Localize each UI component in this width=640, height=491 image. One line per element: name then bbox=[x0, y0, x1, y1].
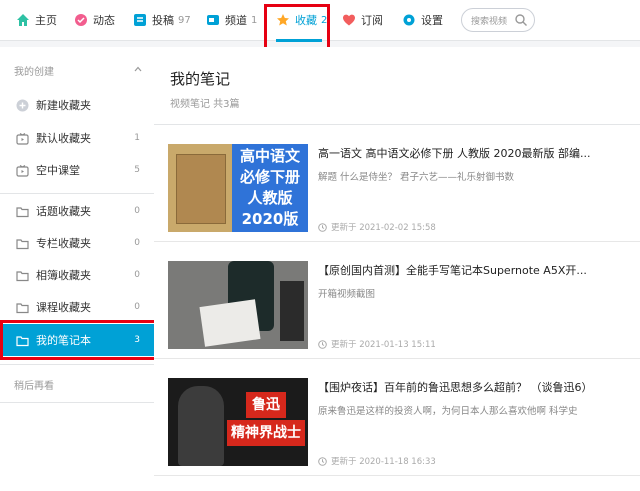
sidebar-section-title: 我的创建 bbox=[14, 67, 54, 78]
nav-posts-label: 投稿 bbox=[152, 14, 174, 27]
note-title[interactable]: 高一语文 高中语文必修下册 人教版 2020最新版 部编... bbox=[318, 145, 610, 161]
thumbnail-text-line: 2020版 bbox=[241, 210, 299, 228]
search-input[interactable]: 搜索视频 bbox=[471, 14, 507, 27]
sidebar-item-label: 新建收藏夹 bbox=[36, 99, 91, 112]
note-updated: 更新于 2021-01-13 15:11 bbox=[318, 338, 436, 350]
nav-dynamic[interactable]: 动态 bbox=[74, 0, 115, 40]
sidebar-item-label: 话题收藏夹 bbox=[36, 205, 91, 218]
clock-icon bbox=[318, 456, 327, 466]
folder-icon bbox=[16, 206, 29, 217]
search-box[interactable]: 搜索视频 bbox=[461, 8, 535, 32]
thumbnail-text-line: 高中语文 bbox=[239, 147, 300, 165]
sidebar-item-album-folder[interactable]: 相簿收藏夹 0 bbox=[0, 259, 154, 291]
sidebar-item-course-folder[interactable]: 课程收藏夹 0 bbox=[0, 291, 154, 323]
thumbnail-caption: 鲁迅 精神界战士 bbox=[224, 392, 308, 446]
sidebar: 我的创建 新建收藏夹 默认收藏夹 1 空中课堂 5 话题收藏夹 0 专栏收藏夹 … bbox=[0, 47, 155, 491]
chevron-up-icon[interactable] bbox=[134, 65, 142, 73]
note-description: 解题 什么是侍坐？ 君子六艺——礼乐射御书数 bbox=[318, 172, 515, 183]
nav-channel[interactable]: 频道 1 bbox=[206, 0, 257, 40]
nav-settings-label: 设置 bbox=[421, 14, 443, 27]
nav-dynamic-label: 动态 bbox=[93, 14, 115, 27]
sidebar-item-label: 相簿收藏夹 bbox=[36, 269, 91, 282]
note-card[interactable]: 【原创国内首测】全能手写笔记本Supernote A5X开... 开箱视频截图 … bbox=[154, 242, 640, 359]
thumbnail-text-line: 鲁迅 bbox=[246, 392, 286, 418]
note-updated-time: 更新于 2020-11-18 16:33 bbox=[331, 457, 436, 467]
dynamic-icon bbox=[75, 14, 87, 26]
plus-circle-icon bbox=[16, 99, 29, 111]
sidebar-item-label: 课程收藏夹 bbox=[36, 301, 91, 314]
channel-icon bbox=[207, 15, 219, 25]
note-description: 原来鲁迅是这样的投资人啊，为何日本人那么喜欢他啊 科学史 bbox=[318, 406, 578, 417]
book-cover-art bbox=[176, 154, 226, 224]
note-updated-time: 更新于 2021-01-13 15:11 bbox=[331, 340, 436, 350]
thumbnail-text-line: 必修下册 bbox=[239, 168, 300, 186]
sidebar-divider bbox=[0, 402, 154, 403]
folder-icon bbox=[16, 238, 29, 249]
sidebar-item-label: 默认收藏夹 bbox=[36, 132, 91, 145]
note-thumbnail[interactable]: 鲁迅 精神界战士 bbox=[168, 378, 308, 466]
note-updated: 更新于 2021-02-02 15:58 bbox=[318, 221, 436, 233]
thumbnail-text-line: 人教版 bbox=[247, 189, 293, 207]
sidebar-divider bbox=[0, 364, 154, 365]
sidebar-item-count: 0 bbox=[134, 206, 140, 216]
sidebar-item-new-folder[interactable]: 新建收藏夹 bbox=[0, 89, 154, 121]
sidebar-divider bbox=[0, 193, 154, 194]
book-cover-image bbox=[168, 144, 232, 232]
note-thumbnail[interactable] bbox=[168, 261, 308, 349]
sidebar-item-column-folder[interactable]: 专栏收藏夹 0 bbox=[0, 227, 154, 259]
notebook-device bbox=[199, 299, 261, 347]
sidebar-watch-later[interactable]: 稍后再看 bbox=[14, 377, 54, 392]
thumbnail-text-line: 精神界战士 bbox=[227, 420, 305, 446]
sidebar-item-count: 1 bbox=[134, 133, 140, 143]
page-subtitle: 视频笔记 共3篇 bbox=[170, 99, 240, 110]
folder-icon bbox=[16, 270, 29, 281]
sidebar-item-count: 0 bbox=[134, 238, 140, 248]
clock-icon bbox=[318, 222, 327, 232]
highlight-box-notebook bbox=[0, 320, 161, 360]
nav-posts[interactable]: 投稿 97 bbox=[133, 0, 191, 40]
portrait-image bbox=[178, 386, 224, 466]
folder-icon bbox=[16, 302, 29, 313]
sidebar-item-topic-folder[interactable]: 话题收藏夹 0 bbox=[0, 195, 154, 227]
note-title[interactable]: 【原创国内首测】全能手写笔记本Supernote A5X开... bbox=[318, 262, 610, 278]
nav-channel-count: 1 bbox=[251, 14, 258, 26]
video-folder-icon bbox=[16, 164, 29, 177]
sidebar-item-count: 0 bbox=[134, 270, 140, 280]
nav-channel-label: 频道 bbox=[225, 14, 247, 27]
search-icon[interactable] bbox=[514, 13, 528, 27]
note-description: 开箱视频截图 bbox=[318, 289, 376, 300]
note-thumbnail[interactable]: 高中语文 必修下册 人教版 2020版 bbox=[168, 144, 308, 232]
sidebar-item-count: 0 bbox=[134, 302, 140, 312]
nav-posts-count: 97 bbox=[178, 14, 191, 26]
sidebar-item-label: 空中课堂 bbox=[36, 164, 80, 177]
posts-icon bbox=[134, 14, 146, 26]
nav-subscribe[interactable]: 订阅 bbox=[342, 0, 383, 40]
note-updated: 更新于 2020-11-18 16:33 bbox=[318, 455, 436, 467]
note-card[interactable]: 鲁迅 精神界战士 【围炉夜话】百年前的鲁迅思想多么超前？ （谈鲁迅6） 原来鲁迅… bbox=[154, 359, 640, 476]
nav-home[interactable]: 主页 bbox=[16, 0, 57, 40]
sidebar-item-air-class[interactable]: 空中课堂 5 bbox=[0, 154, 154, 186]
heart-icon bbox=[343, 14, 355, 26]
thumbnail-caption: 高中语文 必修下册 人教版 2020版 bbox=[232, 146, 308, 230]
main-panel: 我的笔记 视频笔记 共3篇 高中语文 必修下册 人教版 2020版 高一语文 高… bbox=[154, 47, 640, 491]
sidebar-item-label: 专栏收藏夹 bbox=[36, 237, 91, 250]
clock-icon bbox=[318, 339, 327, 349]
sidebar-item-count: 5 bbox=[134, 165, 140, 175]
nav-subscribe-label: 订阅 bbox=[361, 14, 383, 27]
note-updated-time: 更新于 2021-02-02 15:58 bbox=[331, 223, 436, 233]
gear-icon bbox=[403, 14, 415, 26]
nav-home-label: 主页 bbox=[35, 14, 57, 27]
video-folder-icon bbox=[16, 132, 29, 145]
page-title: 我的笔记 bbox=[170, 70, 231, 88]
nav-settings[interactable]: 设置 bbox=[402, 0, 443, 40]
note-title[interactable]: 【围炉夜话】百年前的鲁迅思想多么超前？ （谈鲁迅6） bbox=[318, 379, 610, 395]
dark-box bbox=[280, 281, 304, 341]
sidebar-item-default-folder[interactable]: 默认收藏夹 1 bbox=[0, 122, 154, 154]
home-icon bbox=[17, 14, 29, 26]
note-card[interactable]: 高中语文 必修下册 人教版 2020版 高一语文 高中语文必修下册 人教版 20… bbox=[154, 125, 640, 242]
